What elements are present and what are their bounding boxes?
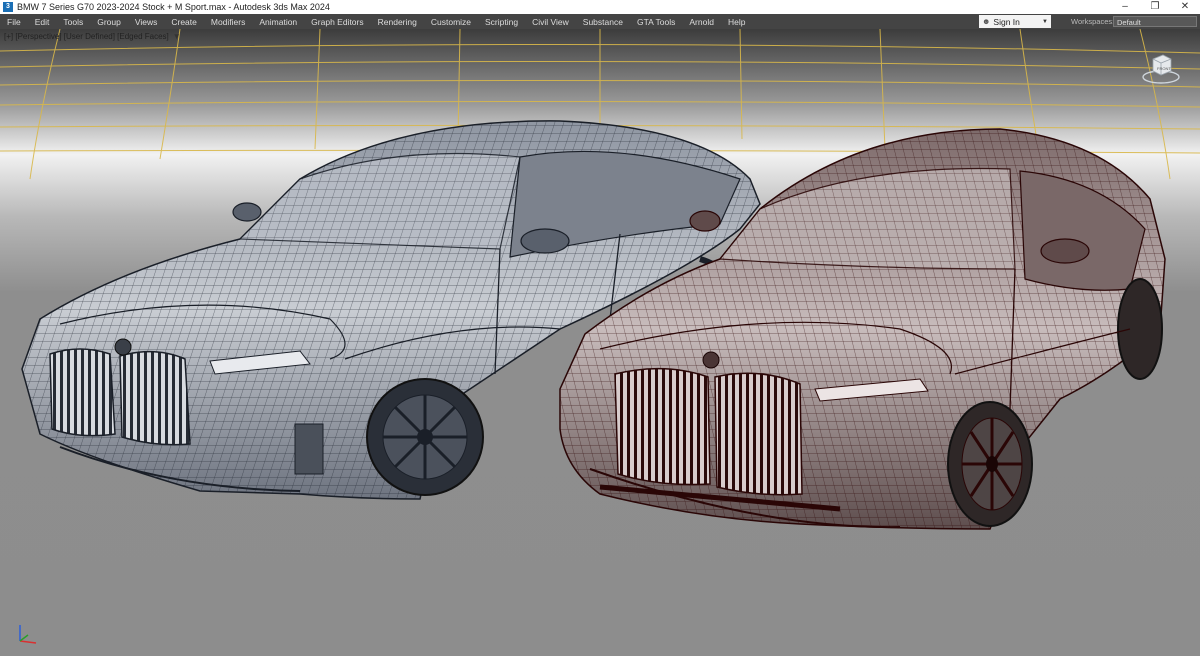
- window-title: BMW 7 Series G70 2023-2024 Stock + M Spo…: [17, 2, 330, 12]
- title-bar: 3 BMW 7 Series G70 2023-2024 Stock + M S…: [0, 0, 1200, 14]
- menu-rendering[interactable]: Rendering: [371, 17, 424, 27]
- menu-arnold[interactable]: Arnold: [682, 17, 721, 27]
- viewcube-face-label: FRONT: [1157, 66, 1171, 71]
- funnel-filter-icon[interactable]: ▼: [173, 32, 181, 41]
- perspective-viewport[interactable]: [+] [Perspective] [User Defined] [Edged …: [0, 29, 1200, 656]
- viewport-label[interactable]: [+] [Perspective] [User Defined] [Edged …: [4, 32, 181, 41]
- sign-in-dropdown[interactable]: ☻ Sign In ▼: [979, 15, 1051, 28]
- menu-substance[interactable]: Substance: [576, 17, 630, 27]
- menu-edit[interactable]: Edit: [28, 17, 57, 27]
- axis-tripod-icon: [19, 625, 37, 644]
- menu-file[interactable]: File: [0, 17, 28, 27]
- menu-create[interactable]: Create: [164, 17, 204, 27]
- viewport-label-text[interactable]: [+] [Perspective] [User Defined] [Edged …: [4, 32, 169, 41]
- menu-scripting[interactable]: Scripting: [478, 17, 525, 27]
- chevron-down-icon: ▼: [1042, 18, 1048, 25]
- workspaces-select[interactable]: Default: [1113, 16, 1197, 27]
- 3ds-max-logo-icon: 3: [3, 2, 13, 12]
- menu-customize[interactable]: Customize: [424, 17, 478, 27]
- menu-modifiers[interactable]: Modifiers: [204, 17, 252, 27]
- menu-animation[interactable]: Animation: [252, 17, 304, 27]
- menu-tools[interactable]: Tools: [56, 17, 90, 27]
- menu-graph-editors[interactable]: Graph Editors: [304, 17, 370, 27]
- menu-help[interactable]: Help: [721, 17, 752, 27]
- restore-icon[interactable]: ❐: [1140, 0, 1170, 14]
- menu-gta-tools[interactable]: GTA Tools: [630, 17, 682, 27]
- menu-views[interactable]: Views: [128, 17, 165, 27]
- viewport-scene: [0, 29, 1200, 656]
- sign-in-label: Sign In: [993, 16, 1020, 27]
- menu-group[interactable]: Group: [90, 17, 128, 27]
- minimize-icon[interactable]: –: [1110, 0, 1140, 14]
- menu-civil-view[interactable]: Civil View: [525, 17, 576, 27]
- close-icon[interactable]: ✕: [1170, 0, 1200, 14]
- user-icon: ☻: [982, 17, 991, 26]
- workspaces-label: Workspaces:: [1071, 17, 1115, 26]
- viewcube-icon[interactable]: FRONT: [1141, 51, 1181, 87]
